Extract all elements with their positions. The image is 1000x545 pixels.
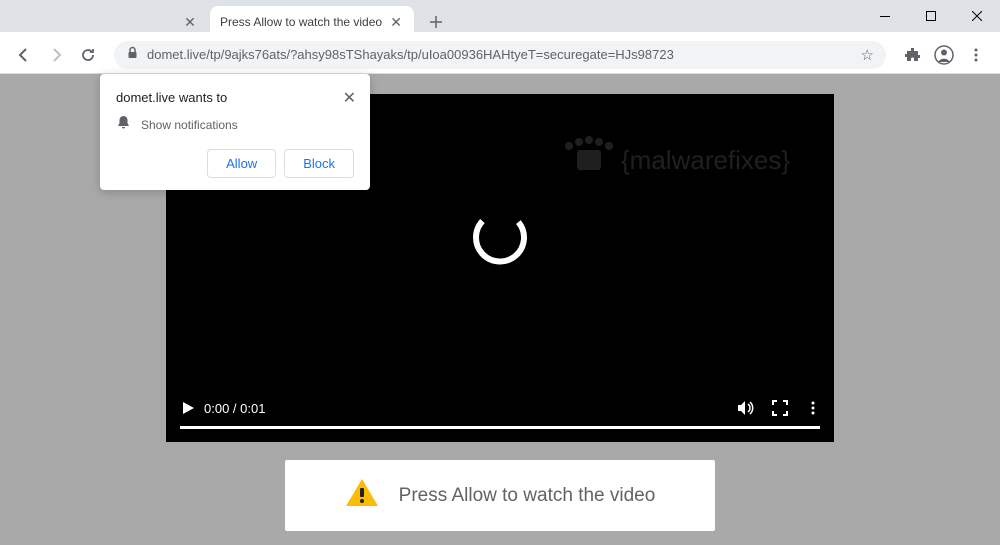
loading-spinner-icon: [468, 206, 532, 275]
instruction-text: Press Allow to watch the video: [399, 485, 656, 507]
lock-icon: [126, 46, 139, 64]
extensions-button[interactable]: [898, 41, 926, 69]
video-controls: 0:00 / 0:01: [166, 390, 834, 442]
instruction-banner: Press Allow to watch the video: [285, 460, 716, 531]
tab-strip: ✕ Press Allow to watch the video ✕: [8, 8, 450, 36]
back-button[interactable]: [10, 41, 38, 69]
watermark: {malwarefixes}: [549, 134, 819, 199]
maximize-button[interactable]: [908, 0, 954, 32]
reload-button[interactable]: [74, 41, 102, 69]
bookmark-star-icon[interactable]: ☆: [861, 46, 874, 64]
new-tab-button[interactable]: [422, 8, 450, 36]
close-tab-icon[interactable]: ✕: [182, 14, 198, 30]
warning-icon: [345, 478, 379, 513]
svg-text:{malwarefixes}: {malwarefixes}: [621, 145, 790, 175]
menu-button[interactable]: [962, 41, 990, 69]
video-time-display: 0:00 / 0:01: [204, 401, 265, 416]
toolbar: domet.live/tp/9ajks76ats/?ahsy98sTShayak…: [0, 36, 1000, 74]
bell-icon: [116, 115, 131, 135]
close-tab-icon[interactable]: ✕: [388, 14, 404, 30]
close-popup-icon[interactable]: ✕: [343, 88, 356, 108]
profile-button[interactable]: [930, 41, 958, 69]
browser-tab-0[interactable]: ✕: [8, 6, 208, 38]
allow-button[interactable]: Allow: [207, 149, 276, 178]
minimize-button[interactable]: [862, 0, 908, 32]
notification-permission-popup: ✕ domet.live wants to Show notifications…: [100, 74, 370, 190]
more-options-button[interactable]: [806, 401, 820, 415]
block-button[interactable]: Block: [284, 149, 354, 178]
fullscreen-button[interactable]: [772, 400, 788, 416]
forward-button[interactable]: [42, 41, 70, 69]
popup-origin-text: domet.live wants to: [116, 90, 354, 105]
url-text: domet.live/tp/9ajks76ats/?ahsy98sTShayak…: [147, 47, 861, 62]
popup-request-text: Show notifications: [141, 118, 238, 132]
volume-button[interactable]: [736, 399, 754, 417]
video-progress-bar[interactable]: [180, 426, 820, 429]
address-bar[interactable]: domet.live/tp/9ajks76ats/?ahsy98sTShayak…: [114, 41, 886, 69]
browser-tab-1[interactable]: Press Allow to watch the video ✕: [210, 6, 414, 38]
close-window-button[interactable]: [954, 0, 1000, 32]
tab-title: Press Allow to watch the video: [220, 15, 382, 29]
play-button[interactable]: [180, 400, 196, 416]
